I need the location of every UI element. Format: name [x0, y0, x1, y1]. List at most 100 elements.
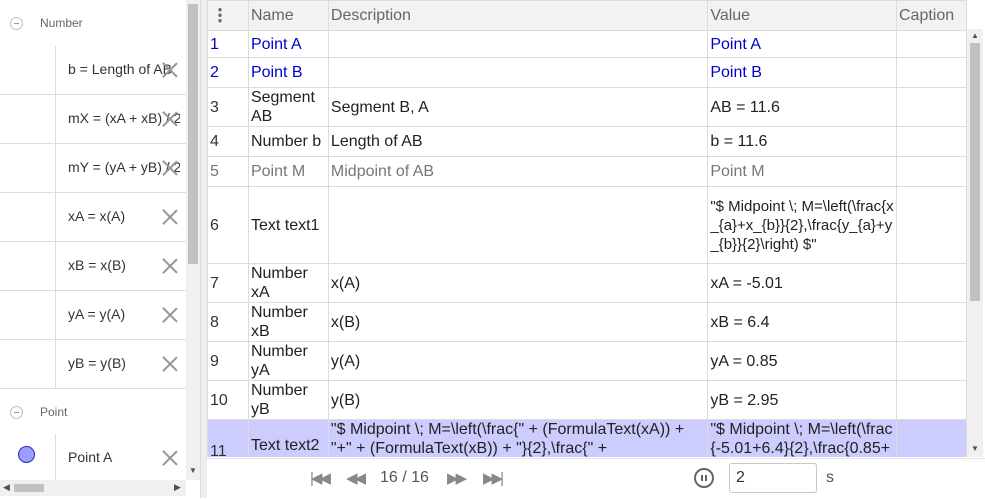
table-row[interactable]: 10 Number yB y(B) yB = 2.95 [207, 380, 967, 420]
cell-value: xB = 6.4 [707, 302, 897, 342]
row-number: 2 [207, 57, 249, 88]
more-vert-icon[interactable] [218, 7, 222, 23]
visibility-toggle[interactable] [0, 46, 56, 94]
algebra-view: Number b = Length of AB mX = (xA + xB) /… [0, 0, 186, 480]
cell-value: "$ Midpoint \; M=\left(\frac{-5.01+6.4}{… [707, 419, 897, 457]
table-row[interactable]: 3 Segment AB Segment B, A AB = 11.6 [207, 87, 967, 127]
cell-description: y(A) [327, 341, 709, 381]
cell-caption [896, 156, 967, 187]
visibility-toggle[interactable] [0, 340, 56, 388]
column-menu-button[interactable] [207, 0, 249, 31]
scrollbar-thumb[interactable] [188, 4, 198, 264]
view-divider[interactable] [200, 0, 207, 498]
visibility-toggle[interactable] [0, 434, 56, 480]
cell-description: x(A) [327, 263, 709, 303]
scroll-right-icon[interactable]: ▶ [174, 482, 181, 493]
point-marble-icon[interactable] [18, 446, 35, 463]
algebra-item[interactable]: xB = x(B) [0, 242, 186, 291]
algebra-vertical-scrollbar[interactable]: ▼ [186, 0, 200, 480]
table-row[interactable]: 5 Point M Midpoint of AB Point M [207, 156, 967, 187]
algebra-item[interactable]: Point A [0, 434, 186, 480]
column-header[interactable]: Description [327, 0, 709, 31]
cell-value: yA = 0.85 [707, 341, 897, 381]
construction-protocol: Name Description Value Caption 1 Point A… [207, 0, 967, 457]
cell-caption [896, 263, 967, 303]
cell-description: Length of AB [327, 126, 709, 157]
cell-name: Text text2 [247, 419, 329, 457]
column-header[interactable]: Caption [896, 0, 967, 31]
cell-name: Number yB [247, 380, 329, 420]
algebra-item[interactable]: mY = (yA + yB) / 2 [0, 144, 186, 193]
cell-description [327, 30, 709, 58]
column-header[interactable]: Name [247, 0, 329, 31]
cell-value: Point A [707, 30, 897, 58]
algebra-item[interactable]: b = Length of AB [0, 46, 186, 95]
protocol-vertical-scrollbar[interactable]: ▲ ▼ [967, 29, 983, 457]
table-row[interactable]: 9 Number yA y(A) yA = 0.85 [207, 341, 967, 381]
delete-icon[interactable] [160, 354, 180, 374]
scroll-left-icon[interactable]: ◀ [3, 482, 10, 493]
row-number: 1 [207, 30, 249, 58]
table-row[interactable]: 2 Point B Point B [207, 57, 967, 88]
first-step-button[interactable]: |◀◀ [310, 469, 331, 487]
table-header-row: Name Description Value Caption [207, 0, 967, 31]
algebra-item[interactable]: mX = (xA + xB) / 2 [0, 95, 186, 144]
cell-description: "$ Midpoint \; M=\left(\frac{" + (Formul… [327, 419, 709, 457]
cell-name: Point M [247, 156, 329, 187]
previous-step-button[interactable]: ◀◀ [346, 469, 366, 487]
collapse-icon[interactable] [10, 406, 23, 419]
delete-icon[interactable] [160, 256, 180, 276]
delete-icon[interactable] [160, 305, 180, 325]
table-row[interactable]: 4 Number b Length of AB b = 11.6 [207, 126, 967, 157]
cell-description [327, 57, 709, 88]
scrollbar-thumb[interactable] [14, 484, 44, 492]
algebra-item[interactable]: xA = x(A) [0, 193, 186, 242]
cell-name: Text text1 [247, 186, 329, 264]
cell-name: Segment AB [247, 87, 329, 127]
visibility-toggle[interactable] [0, 144, 56, 192]
collapse-icon[interactable] [10, 17, 23, 30]
algebra-horizontal-scrollbar[interactable]: ◀ ▶ [0, 480, 186, 496]
algebra-item[interactable]: yB = y(B) [0, 340, 186, 389]
visibility-toggle[interactable] [0, 193, 56, 241]
cell-description: x(B) [327, 302, 709, 342]
delete-icon[interactable] [160, 448, 180, 468]
last-step-button[interactable]: ▶▶| [483, 469, 504, 487]
step-counter: 16 / 16 [380, 469, 429, 486]
pause-button[interactable] [694, 468, 714, 488]
delete-icon[interactable] [160, 60, 180, 80]
table-row[interactable]: 7 Number xA x(A) xA = -5.01 [207, 263, 967, 303]
category-label: Point [40, 405, 68, 419]
category-point[interactable]: Point [0, 389, 186, 436]
row-number: 6 [207, 186, 249, 264]
scroll-down-icon[interactable]: ▼ [971, 444, 979, 453]
speed-input[interactable] [729, 463, 817, 493]
algebra-item[interactable]: yA = y(A) [0, 291, 186, 340]
table-row[interactable]: 6 Text text1 "$ Midpoint \; M=\left(\fra… [207, 186, 967, 264]
cell-value: xA = -5.01 [707, 263, 897, 303]
table-row[interactable]: 1 Point A Point A [207, 30, 967, 58]
cell-value: Point B [707, 57, 897, 88]
scroll-up-icon[interactable]: ▲ [971, 31, 979, 40]
cell-caption [896, 341, 967, 381]
category-number[interactable]: Number [0, 0, 186, 47]
speed-unit-label: s [826, 469, 834, 486]
visibility-toggle[interactable] [0, 291, 56, 339]
cell-value: "$ Midpoint \; M=\left(\frac{x_{a}+x_{b}… [707, 186, 897, 264]
table-row[interactable]: 8 Number xB x(B) xB = 6.4 [207, 302, 967, 342]
delete-icon[interactable] [160, 158, 180, 178]
visibility-toggle[interactable] [0, 95, 56, 143]
delete-icon[interactable] [160, 109, 180, 129]
scrollbar-thumb[interactable] [970, 43, 980, 301]
category-label: Number [40, 16, 83, 30]
row-number: 5 [207, 156, 249, 187]
next-step-button[interactable]: ▶▶ [447, 469, 467, 487]
column-header[interactable]: Value [707, 0, 897, 31]
cell-caption [896, 419, 967, 457]
visibility-toggle[interactable] [0, 242, 56, 290]
cell-description: Segment B, A [327, 87, 709, 127]
delete-icon[interactable] [160, 207, 180, 227]
scroll-down-icon[interactable]: ▼ [189, 466, 197, 475]
row-number: 4 [207, 126, 249, 157]
table-row-selected[interactable]: 11 Text text2 "$ Midpoint \; M=\left(\fr… [207, 419, 967, 457]
